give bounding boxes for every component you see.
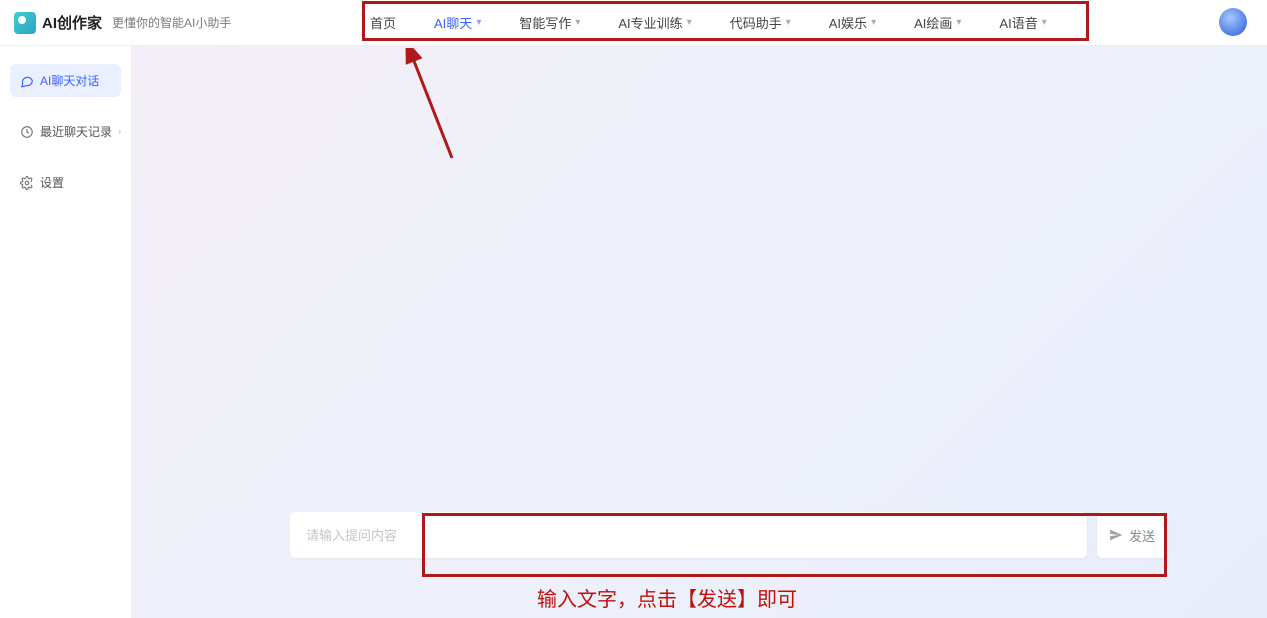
chat-input-row: 发送 (290, 512, 1167, 558)
chevron-down-icon: ▾ (575, 17, 580, 28)
brand[interactable]: AI创作家 (14, 12, 102, 34)
nav-label: AI绘画 (914, 13, 952, 32)
nav-ai-voice[interactable]: AI语音 ▾ (999, 13, 1046, 32)
send-label: 发送 (1129, 526, 1155, 545)
nav-ai-entertainment[interactable]: AI娱乐 ▾ (829, 13, 876, 32)
main-nav: 首页 AI聊天 ▾ 智能写作 ▾ AI专业训练 ▾ 代码助手 ▾ AI娱乐 ▾ … (370, 13, 1047, 32)
brand-logo-icon (14, 12, 36, 34)
nav-label: AI聊天 (434, 13, 472, 32)
brand-name: AI创作家 (42, 12, 102, 33)
nav-label: 代码助手 (730, 13, 782, 32)
header: AI创作家 更懂你的智能AI小助手 首页 AI聊天 ▾ 智能写作 ▾ AI专业训… (0, 0, 1267, 46)
settings-icon (20, 176, 34, 190)
nav-label: 智能写作 (519, 13, 571, 32)
chat-input[interactable] (290, 512, 1087, 558)
nav-smart-writing[interactable]: 智能写作 ▾ (519, 13, 580, 32)
sidebar-item-label: 设置 (40, 174, 64, 191)
chevron-right-icon: › (118, 126, 121, 137)
chevron-down-icon: ▾ (956, 17, 961, 28)
avatar[interactable] (1219, 8, 1247, 36)
chevron-down-icon: ▾ (786, 17, 791, 28)
sidebar: AI聊天对话 最近聊天记录 › 设置 (0, 46, 132, 618)
chat-history-area (290, 68, 1167, 568)
nav-ai-drawing[interactable]: AI绘画 ▾ (914, 13, 961, 32)
body: AI聊天对话 最近聊天记录 › 设置 发送 (0, 46, 1267, 618)
chevron-down-icon: ▾ (687, 17, 692, 28)
nav-ai-chat[interactable]: AI聊天 ▾ (434, 13, 481, 32)
history-icon (20, 125, 34, 139)
chevron-down-icon: ▾ (1042, 17, 1047, 28)
send-button[interactable]: 发送 (1097, 512, 1167, 558)
sidebar-item-label: AI聊天对话 (40, 72, 99, 89)
sidebar-item-settings[interactable]: 设置 (10, 166, 121, 199)
sidebar-item-history[interactable]: 最近聊天记录 › (10, 115, 121, 148)
chevron-down-icon: ▾ (871, 17, 876, 28)
chat-icon (20, 74, 34, 88)
annotation-instruction: 输入文字，点击【发送】即可 (537, 583, 797, 612)
sidebar-item-ai-chat[interactable]: AI聊天对话 (10, 64, 121, 97)
main-panel: 发送 输入文字，点击【发送】即可 (132, 46, 1267, 618)
chevron-down-icon: ▾ (476, 17, 481, 28)
send-icon (1109, 528, 1123, 542)
nav-label: 首页 (370, 13, 396, 32)
nav-code-assistant[interactable]: 代码助手 ▾ (730, 13, 791, 32)
sidebar-item-label: 最近聊天记录 (40, 123, 112, 140)
nav-home[interactable]: 首页 (370, 13, 396, 32)
brand-tagline: 更懂你的智能AI小助手 (112, 14, 231, 31)
nav-ai-training[interactable]: AI专业训练 ▾ (618, 13, 691, 32)
nav-label: AI语音 (999, 13, 1037, 32)
nav-label: AI专业训练 (618, 13, 682, 32)
nav-label: AI娱乐 (829, 13, 867, 32)
